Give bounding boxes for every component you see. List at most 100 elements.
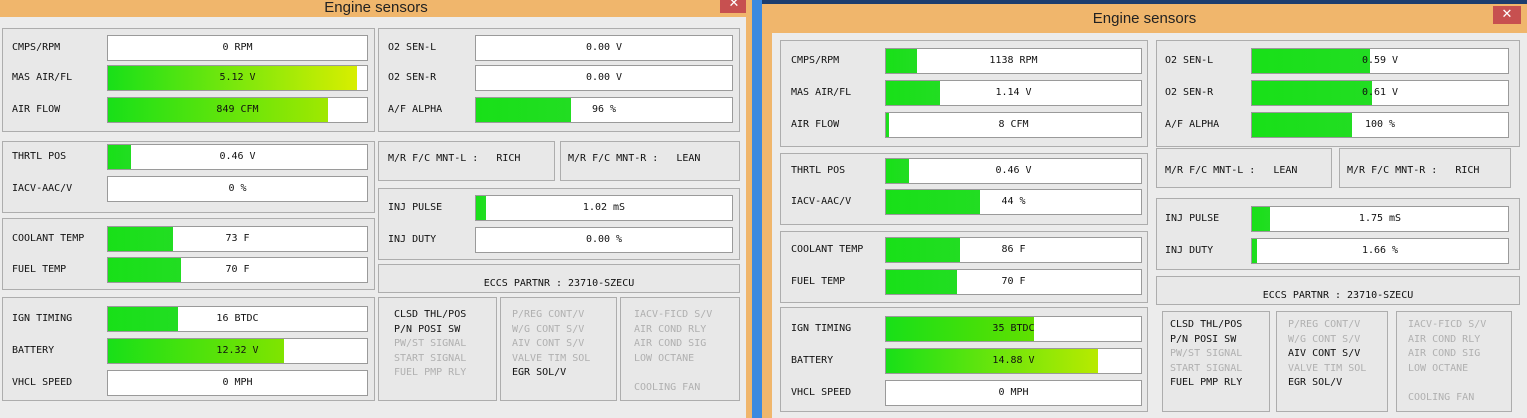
- status-egr-sol-v: EGR SOL/V: [512, 367, 567, 378]
- o2-sen-l-value: 0.00 V: [585, 42, 623, 53]
- inj-pulse-gauge: 1.75 mS: [1251, 206, 1509, 232]
- thrtl-pos-label: THRTL POS: [12, 151, 67, 162]
- status-valve-tim-sol: VALVE TIM SOL: [1288, 362, 1367, 374]
- battery-gauge: 14.88 V: [885, 348, 1142, 374]
- coolant-temp-value: 86 F: [1001, 244, 1026, 255]
- close-icon[interactable]: ✕: [1493, 6, 1521, 24]
- status-valve-tim-sol: VALVE TIM SOL: [512, 352, 591, 364]
- inj-pulse-value: 1.02 mS: [582, 202, 626, 213]
- mnt-l-status: M/R F/C MNT-L : RICH: [388, 153, 521, 164]
- a-f-alpha-gauge: 96 %: [475, 97, 733, 123]
- coolant-temp-label: COOLANT TEMP: [791, 244, 864, 255]
- close-icon[interactable]: ✕: [720, 0, 748, 13]
- o2-sen-l-gauge: 0.00 V: [475, 35, 733, 61]
- status-air-cond-sig: AIR COND SIG: [1408, 348, 1481, 359]
- o2-sen-r-label: O2 SEN-R: [388, 72, 437, 83]
- status-column: CLSD THL/POS P/N POSI SW PW/ST SIGNAL START…: [394, 308, 466, 381]
- air-flow-gauge: 849 CFM: [107, 97, 368, 123]
- fuel-temp-label: FUEL TEMP: [791, 276, 846, 287]
- mas-air-fl-value: 1.14 V: [995, 87, 1032, 98]
- status-column: P/REG CONT/V W/G CONT S/V AIV CONT S/V VALV…: [1288, 318, 1366, 391]
- cmps-rpm-label: CMPS/RPM: [12, 42, 61, 53]
- fuel-temp-gauge: 70 F: [885, 269, 1142, 295]
- ecu-part-number: ECCS PARTNR : 23710-SZECU: [1262, 290, 1414, 301]
- status-start-signal: START SIGNAL: [1170, 362, 1243, 374]
- battery-value: 12.32 V: [216, 345, 259, 356]
- vhcl-speed-label: VHCL SPEED: [12, 377, 73, 388]
- status-fuel-pmp-rly: FUEL PMP RLY: [1170, 377, 1243, 388]
- status-clsd-thl-pos: CLSD THL/POS: [394, 309, 467, 320]
- inj-duty-gauge: 1.66 %: [1251, 238, 1509, 264]
- vhcl-speed-gauge: 0 MPH: [107, 370, 368, 396]
- battery-value: 14.88 V: [992, 355, 1035, 366]
- status-air-cond-rly: AIR COND RLY: [1408, 333, 1481, 345]
- status-clsd-thl-pos: CLSD THL/POS: [1170, 319, 1243, 330]
- battery-label: BATTERY: [12, 345, 55, 356]
- mas-air-fl-gauge: 5.12 V: [107, 65, 368, 91]
- coolant-temp-value: 73 F: [225, 233, 250, 244]
- vhcl-speed-gauge: 0 MPH: [885, 380, 1142, 406]
- o2-sen-r-gauge: 0.61 V: [1251, 80, 1509, 106]
- iacv-aac-v-label: IACV-AAC/V: [12, 183, 73, 194]
- a-f-alpha-label: A/F ALPHA: [1165, 119, 1220, 130]
- status-w-g-cont-s-v: W/G CONT S/V: [1288, 333, 1361, 345]
- mas-air-fl-value: 5.12 V: [219, 72, 256, 83]
- status-air-cond-rly: AIR COND RLY: [634, 323, 707, 335]
- o2-sen-r-value: 0.00 V: [585, 72, 623, 83]
- cmps-rpm-gauge: 1138 RPM: [885, 48, 1142, 74]
- iacv-aac-v-gauge: 0 %: [107, 176, 368, 202]
- status-column: P/REG CONT/V W/G CONT S/V AIV CONT S/V VALV…: [512, 308, 590, 381]
- coolant-temp-gauge: 73 F: [107, 226, 368, 252]
- status-column: IACV-FICD S/V AIR COND RLY AIR COND SIG LOW…: [1408, 318, 1486, 405]
- inj-pulse-value: 1.75 mS: [1358, 213, 1402, 224]
- iacv-aac-v-label: IACV-AAC/V: [791, 196, 852, 207]
- inj-duty-value: 1.66 %: [1361, 245, 1399, 256]
- mnt-l-status: M/R F/C MNT-L : LEAN: [1165, 165, 1298, 176]
- status-spacer: [634, 366, 712, 381]
- cmps-rpm-label: CMPS/RPM: [791, 55, 840, 66]
- status-aiv-cont-s-v: AIV CONT S/V: [512, 338, 585, 349]
- status-w-g-cont-s-v: W/G CONT S/V: [512, 323, 585, 335]
- cmps-rpm-value: 0 RPM: [222, 42, 253, 53]
- battery-label: BATTERY: [791, 355, 834, 366]
- status-fuel-pmp-rly: FUEL PMP RLY: [394, 367, 467, 378]
- fuel-temp-gauge: 70 F: [107, 257, 368, 283]
- ign-timing-label: IGN TIMING: [12, 313, 73, 324]
- a-f-alpha-value: 96 %: [591, 104, 617, 115]
- a-f-alpha-gauge: 100 %: [1251, 112, 1509, 138]
- status-p-reg-cont-v: P/REG CONT/V: [512, 309, 585, 320]
- status-egr-sol-v: EGR SOL/V: [1288, 377, 1343, 388]
- status-iacv-ficd-s-v: IACV-FICD S/V: [1408, 319, 1487, 330]
- iacv-aac-v-value: 44 %: [1001, 196, 1026, 207]
- status-pw-st-signal: PW/ST SIGNAL: [1170, 348, 1243, 359]
- iacv-aac-v-gauge: 44 %: [885, 189, 1142, 215]
- mnt-r-status: M/R F/C MNT-R : RICH: [1347, 165, 1480, 176]
- cmps-rpm-gauge: 0 RPM: [107, 35, 368, 61]
- o2-sen-l-label: O2 SEN-L: [388, 42, 437, 53]
- cmps-rpm-value: 1138 RPM: [989, 55, 1038, 66]
- coolant-temp-label: COOLANT TEMP: [12, 233, 85, 244]
- battery-gauge: 12.32 V: [107, 338, 368, 364]
- air-flow-label: AIR FLOW: [791, 119, 840, 130]
- air-flow-gauge: 8 CFM: [885, 112, 1142, 138]
- inj-pulse-gauge: 1.02 mS: [475, 195, 733, 221]
- o2-sen-r-gauge: 0.00 V: [475, 65, 733, 91]
- thrtl-pos-gauge: 0.46 V: [107, 144, 368, 170]
- o2-sen-l-value: 0.59 V: [1361, 55, 1399, 66]
- air-flow-label: AIR FLOW: [12, 104, 61, 115]
- fuel-temp-value: 70 F: [1001, 276, 1026, 287]
- inj-pulse-label: INJ PULSE: [388, 202, 443, 213]
- status-cooling-fan: COOLING FAN: [1408, 391, 1475, 403]
- o2-sen-l-label: O2 SEN-L: [1165, 55, 1214, 66]
- thrtl-pos-gauge: 0.46 V: [885, 158, 1142, 184]
- status-start-signal: START SIGNAL: [394, 352, 467, 364]
- air-flow-value: 8 CFM: [998, 119, 1029, 130]
- inj-pulse-label: INJ PULSE: [1165, 213, 1220, 224]
- a-f-alpha-value: 100 %: [1364, 119, 1396, 130]
- mas-air-fl-gauge: 1.14 V: [885, 80, 1142, 106]
- status-cooling-fan: COOLING FAN: [634, 381, 701, 393]
- inj-duty-label: INJ DUTY: [388, 234, 437, 245]
- status-column: IACV-FICD S/V AIR COND RLY AIR COND SIG LOW…: [634, 308, 712, 395]
- status-aiv-cont-s-v: AIV CONT S/V: [1288, 348, 1361, 359]
- desktop-strip: [752, 0, 762, 418]
